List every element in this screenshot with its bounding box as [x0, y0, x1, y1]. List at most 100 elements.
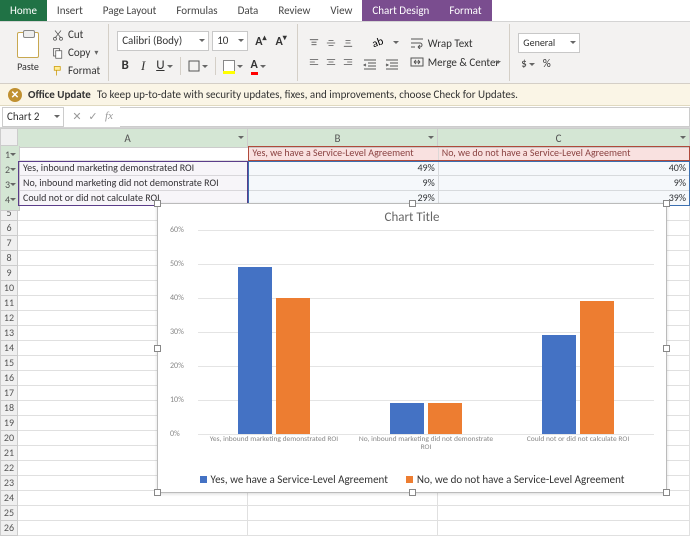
formula-input[interactable] [120, 107, 690, 127]
col-header-c[interactable]: C [438, 128, 690, 148]
italic-button[interactable]: I [135, 57, 151, 75]
tab-insert[interactable]: Insert [47, 0, 93, 21]
row-header[interactable]: 7 [0, 236, 18, 251]
bar[interactable] [580, 301, 614, 434]
tab-view[interactable]: View [320, 0, 362, 21]
orientation-button[interactable]: ab [360, 33, 402, 51]
tab-review[interactable]: Review [268, 0, 320, 21]
row-header[interactable]: 4 [0, 191, 20, 211]
row-header[interactable]: 10 [0, 281, 18, 296]
bar[interactable] [542, 335, 576, 434]
worksheet[interactable]: A B C 1Yes, we have a Service-Level Agre… [0, 128, 690, 536]
resize-handle[interactable] [409, 489, 416, 496]
tab-page-layout[interactable]: Page Layout [93, 0, 167, 21]
format-painter-button[interactable]: Format [50, 63, 102, 79]
resize-handle[interactable] [663, 489, 670, 496]
chart-object[interactable]: Chart Title 0%10%20%30%40%50%60%Yes, inb… [157, 203, 667, 493]
align-bottom-button[interactable] [340, 34, 356, 52]
cell[interactable]: 9% [439, 176, 690, 191]
tab-format[interactable]: Format [439, 0, 491, 21]
cell[interactable]: Yes, we have a Service-Level Agreement [249, 146, 438, 161]
plot-area[interactable]: 0%10%20%30%40%50%60%Yes, inbound marketi… [198, 230, 654, 434]
col-header-a[interactable]: A [18, 128, 248, 148]
resize-handle[interactable] [154, 345, 161, 352]
row-header[interactable]: 11 [0, 296, 18, 311]
row-header[interactable]: 22 [0, 461, 18, 476]
row-header[interactable]: 8 [0, 251, 18, 266]
row-header[interactable]: 18 [0, 401, 18, 416]
row-header[interactable]: 12 [0, 311, 18, 326]
cancel-formula-icon[interactable]: ✕ [70, 110, 84, 123]
grow-font-button[interactable]: A▴ [251, 31, 270, 51]
cell[interactable] [20, 146, 249, 161]
tab-data[interactable]: Data [228, 0, 269, 21]
indent-increase-button[interactable] [382, 55, 402, 73]
resize-handle[interactable] [663, 200, 670, 207]
cell[interactable]: 40% [439, 161, 690, 176]
chart-title[interactable]: Chart Title [158, 204, 666, 227]
copy-button[interactable]: Copy▾ [50, 45, 102, 61]
row-header[interactable]: 21 [0, 446, 18, 461]
align-top-button[interactable] [306, 34, 322, 52]
row-header[interactable]: 24 [0, 491, 18, 506]
row-header[interactable]: 17 [0, 386, 18, 401]
tab-chart-design[interactable]: Chart Design [362, 0, 439, 21]
row-header[interactable]: 13 [0, 326, 18, 341]
bar[interactable] [276, 298, 310, 434]
align-left-button[interactable] [306, 53, 322, 71]
row-header[interactable]: 26 [0, 521, 18, 536]
align-right-button[interactable] [340, 53, 356, 71]
cell[interactable]: 9% [249, 176, 438, 191]
align-middle-button[interactable] [323, 34, 339, 52]
font-color-button[interactable]: A [248, 57, 269, 75]
bar[interactable] [428, 403, 462, 434]
accept-formula-icon[interactable]: ✓ [86, 110, 100, 123]
currency-button[interactable]: $ [518, 55, 538, 73]
row-header[interactable]: 19 [0, 416, 18, 431]
formula-bar-row: Chart 2 ✕ ✓ fx [0, 106, 690, 128]
fill-color-button[interactable] [220, 57, 246, 75]
resize-handle[interactable] [409, 200, 416, 207]
select-all-corner[interactable] [0, 128, 18, 146]
cell[interactable]: 49% [249, 161, 438, 176]
bar-group[interactable]: No, inbound marketing did not demonstrat… [350, 230, 502, 434]
cut-button[interactable]: Cut [50, 27, 102, 43]
shrink-font-button[interactable]: A▾ [271, 31, 290, 51]
row-header[interactable]: 23 [0, 476, 18, 491]
fx-icon[interactable]: fx [102, 110, 116, 123]
row-header[interactable]: 25 [0, 506, 18, 521]
wrap-text-button[interactable]: Wrap Text [406, 35, 504, 52]
resize-handle[interactable] [154, 200, 161, 207]
resize-handle[interactable] [663, 345, 670, 352]
cell[interactable]: No, we do not have a Service-Level Agree… [439, 146, 690, 161]
border-button[interactable] [185, 57, 211, 75]
underline-button[interactable]: U [153, 57, 175, 75]
bar[interactable] [390, 403, 424, 434]
row-header[interactable]: 14 [0, 341, 18, 356]
col-header-b[interactable]: B [248, 128, 438, 148]
cell[interactable]: No, inbound marketing did not demonstrat… [20, 176, 249, 191]
tab-home[interactable]: Home [0, 0, 47, 21]
row-header[interactable]: 6 [0, 221, 18, 236]
row-header[interactable]: 20 [0, 431, 18, 446]
number-format-select[interactable]: General [518, 33, 580, 53]
row-header[interactable]: 16 [0, 371, 18, 386]
bar-group[interactable]: Yes, inbound marketing demonstrated ROI [198, 230, 350, 434]
align-center-button[interactable] [323, 53, 339, 71]
bar[interactable] [238, 267, 272, 434]
chart-legend[interactable]: Yes, we have a Service-Level Agreement N… [158, 473, 666, 486]
font-size-select[interactable]: 10 [212, 31, 248, 51]
bar-group[interactable]: Could not or did not calculate ROI [502, 230, 654, 434]
tab-formulas[interactable]: Formulas [166, 0, 227, 21]
cell[interactable]: Yes, inbound marketing demonstrated ROI [20, 161, 249, 176]
paste-button[interactable]: Paste [10, 25, 46, 81]
percent-button[interactable]: % [539, 55, 555, 73]
row-header[interactable]: 15 [0, 356, 18, 371]
bold-button[interactable]: B [117, 57, 133, 75]
row-header[interactable]: 9 [0, 266, 18, 281]
font-name-select[interactable]: Calibri (Body) [117, 31, 209, 51]
name-box[interactable]: Chart 2 [2, 107, 64, 127]
indent-decrease-button[interactable] [360, 55, 380, 73]
merge-center-button[interactable]: Merge & Center [406, 54, 504, 71]
resize-handle[interactable] [154, 489, 161, 496]
